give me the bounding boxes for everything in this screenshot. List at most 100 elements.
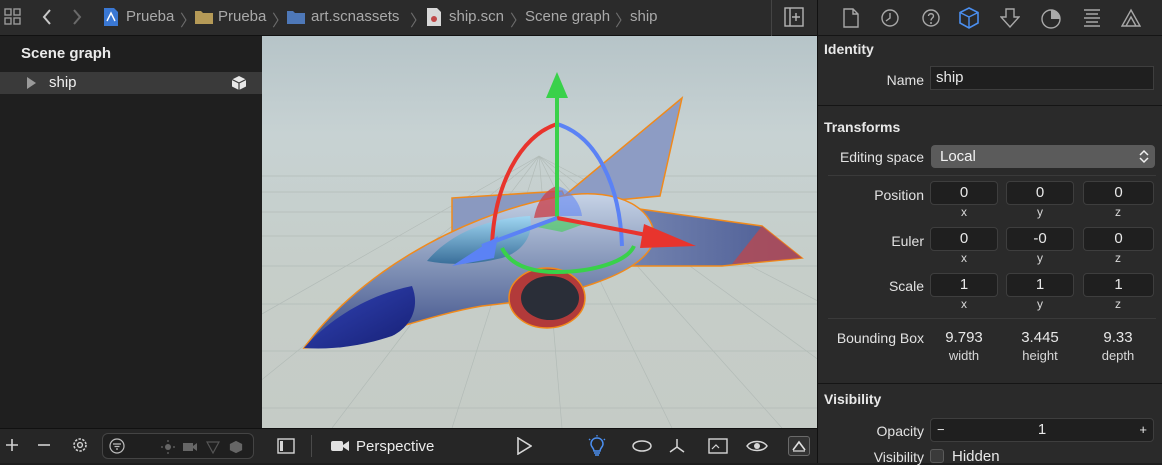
bounding-box-width-label: width [948, 348, 980, 363]
euler-x-field[interactable]: 0 [930, 227, 998, 251]
row-divider [828, 318, 1156, 319]
section-divider [818, 383, 1162, 384]
breadcrumb-item[interactable]: Prueba [126, 8, 174, 25]
bounding-box-height: 3.445 [1021, 329, 1059, 346]
geometry-filter-icon[interactable] [229, 440, 243, 454]
chevron-up-icon [792, 440, 806, 452]
breadcrumb-item[interactable]: Scene graph [525, 8, 610, 25]
axes-icon[interactable] [668, 437, 686, 455]
axis-label-z: z [1115, 297, 1121, 311]
axis-label-z: z [1115, 251, 1121, 265]
light-filter-icon[interactable] [161, 440, 175, 454]
opacity-label: Opacity [876, 423, 924, 439]
row-divider [828, 175, 1156, 176]
decrement-button[interactable]: − [937, 419, 945, 441]
grid-menu-icon[interactable] [4, 8, 22, 26]
lightbulb-icon[interactable] [588, 435, 606, 457]
node-inspector-icon[interactable] [959, 7, 979, 29]
bounding-box-width: 9.793 [945, 329, 983, 346]
breadcrumb-item[interactable]: ship.scn [449, 8, 504, 25]
scene-graph-footer [0, 428, 262, 463]
opacity-stepper[interactable]: − 1 + [930, 418, 1154, 442]
remove-node-icon[interactable] [36, 437, 52, 453]
axis-label-y: y [1037, 297, 1043, 311]
position-label: Position [874, 187, 924, 203]
editing-space-value: Local [940, 148, 976, 165]
axis-label-z: z [1115, 205, 1121, 219]
euler-y-field[interactable]: -0 [1006, 227, 1074, 251]
history-icon[interactable] [880, 8, 900, 28]
axis-label-x: x [961, 297, 967, 311]
frame-icon[interactable] [708, 438, 728, 454]
back-chevron-icon[interactable] [41, 8, 53, 26]
help-icon[interactable] [921, 8, 941, 28]
play-icon[interactable] [516, 437, 532, 455]
position-y-field[interactable]: 0 [1006, 181, 1074, 205]
scene-file-icon [426, 7, 442, 27]
editor-jump-bar: Prueba 〉 Prueba 〉 art.scnassets 〉 ship.s… [0, 0, 817, 36]
material-inspector-icon[interactable] [1040, 8, 1062, 30]
inspector-panel: Identity Name ship Transforms Editing sp… [817, 0, 1162, 465]
axis-label-x: x [961, 251, 967, 265]
scene-graph-row[interactable]: ship [0, 72, 262, 94]
scene-canvas[interactable] [262, 36, 817, 428]
breadcrumb-item[interactable]: art.scnassets [311, 8, 399, 25]
bounding-box-label: Bounding Box [836, 330, 924, 346]
add-node-icon[interactable] [4, 437, 20, 453]
node-label: ship [49, 74, 77, 91]
camera-selector[interactable]: Perspective [356, 438, 434, 455]
axis-label-x: x [961, 205, 967, 219]
attributes-inspector-icon[interactable] [1000, 8, 1020, 28]
particle-filter-icon[interactable] [206, 440, 220, 454]
folder-icon [194, 9, 214, 25]
breadcrumb-separator: 〉 [615, 13, 632, 30]
inspector-tabs [818, 0, 1162, 36]
toolbar-divider [771, 0, 772, 36]
geometry-node-icon [231, 75, 247, 91]
viewport-toolbar: Perspective [262, 428, 817, 463]
orbit-icon[interactable] [631, 439, 653, 453]
position-x-field[interactable]: 0 [930, 181, 998, 205]
scale-label: Scale [888, 278, 924, 294]
increment-button[interactable]: + [1139, 419, 1147, 441]
scale-x-field[interactable]: 1 [930, 273, 998, 297]
folder-icon [286, 9, 306, 25]
bounding-box-height-label: height [1022, 348, 1058, 363]
filter-icon [109, 438, 125, 454]
editing-space-select[interactable]: Local [931, 145, 1155, 168]
scale-z-field[interactable]: 1 [1083, 273, 1154, 297]
scale-y-field[interactable]: 1 [1006, 273, 1074, 297]
hidden-checkbox[interactable] [930, 449, 944, 463]
transforms-section-title: Transforms [824, 119, 901, 135]
euler-z-field[interactable]: 0 [1083, 227, 1154, 251]
file-inspector-icon[interactable] [843, 8, 859, 28]
name-field[interactable]: ship [930, 66, 1154, 90]
scene-inspector-icon[interactable] [1121, 8, 1141, 28]
filter-field[interactable] [102, 433, 254, 459]
axis-label-y: y [1037, 205, 1043, 219]
camera-filter-icon[interactable] [182, 440, 198, 454]
add-editor-icon[interactable] [784, 7, 804, 27]
eye-icon[interactable] [746, 439, 768, 453]
disclosure-triangle-icon[interactable] [26, 77, 36, 89]
section-divider [818, 105, 1162, 106]
breadcrumb-item[interactable]: ship [630, 8, 658, 25]
toolbar-divider [311, 435, 312, 457]
bounding-box-depth-label: depth [1101, 348, 1135, 363]
scene-graph-title: Scene graph [21, 45, 112, 62]
gear-icon[interactable] [71, 436, 89, 454]
bounding-box-depth: 9.33 [1103, 329, 1133, 346]
forward-chevron-icon[interactable] [71, 8, 83, 26]
axis-label-y: y [1037, 251, 1043, 265]
editing-space-label: Editing space [839, 149, 924, 165]
camera-icon [331, 440, 349, 452]
position-z-field[interactable]: 0 [1083, 181, 1154, 205]
physics-inspector-icon[interactable] [1082, 8, 1102, 28]
breadcrumb-item[interactable]: Prueba [218, 8, 266, 25]
euler-label: Euler [891, 233, 924, 249]
expand-panel-button[interactable] [788, 436, 810, 456]
opacity-value: 1 [1037, 421, 1047, 438]
sidebar-toggle-icon[interactable] [277, 438, 295, 454]
scene-graph-panel: Scene graph ship [0, 36, 262, 428]
scene-viewport[interactable] [262, 36, 817, 428]
